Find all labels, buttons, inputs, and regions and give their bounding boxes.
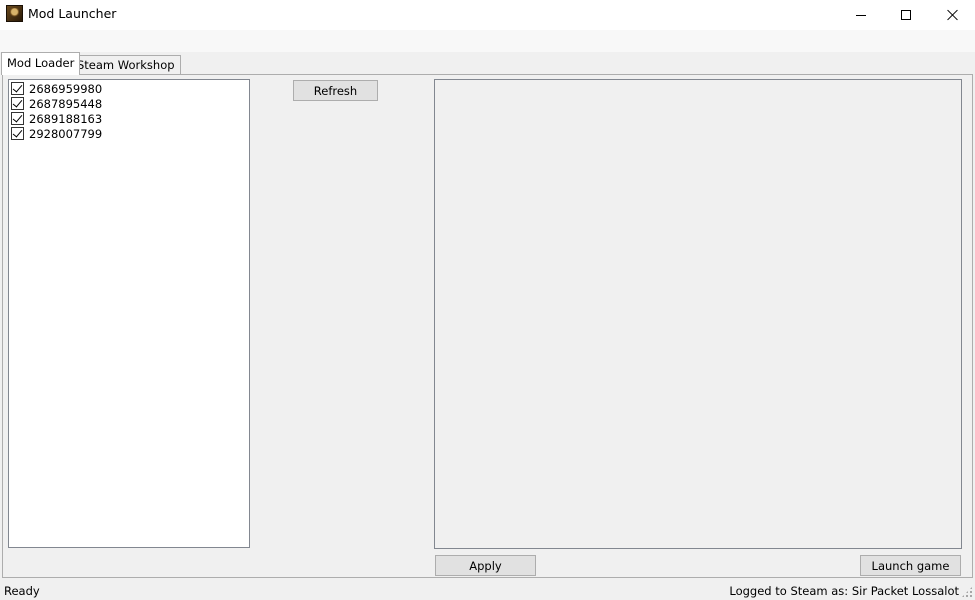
mod-checkbox[interactable] xyxy=(11,112,24,125)
list-item[interactable]: 2928007799 xyxy=(11,126,102,141)
minimize-icon xyxy=(856,14,866,16)
app-icon xyxy=(6,5,23,22)
list-item[interactable]: 2689188163 xyxy=(11,111,102,126)
menu-strip xyxy=(0,30,975,52)
tab-mod-loader[interactable]: Mod Loader xyxy=(1,52,81,75)
mod-label: 2687895448 xyxy=(29,96,103,111)
maximize-button[interactable] xyxy=(883,0,929,30)
list-item[interactable]: 2686959980 xyxy=(11,81,102,96)
mod-checkbox[interactable] xyxy=(11,82,24,95)
steam-login-status: Logged to Steam as: Sir Packet Lossalot xyxy=(729,584,959,598)
minimize-button[interactable] xyxy=(838,0,884,30)
status-text: Ready xyxy=(4,584,40,598)
apply-button[interactable]: Apply xyxy=(435,555,536,576)
mod-checkbox[interactable] xyxy=(11,127,24,140)
list-item[interactable]: 2687895448 xyxy=(11,96,102,111)
mod-checkbox[interactable] xyxy=(11,97,24,110)
mod-label: 2689188163 xyxy=(29,111,103,126)
tab-steam-workshop[interactable]: Steam Workshop xyxy=(71,55,181,75)
resize-grip-icon[interactable] xyxy=(961,586,973,598)
mod-list[interactable]: 2686959980 2687895448 2689188163 2928007… xyxy=(8,79,250,548)
refresh-button[interactable]: Refresh xyxy=(293,80,378,101)
mod-label: 2928007799 xyxy=(29,126,103,141)
window-title: Mod Launcher xyxy=(28,6,117,21)
mod-details-panel xyxy=(434,79,962,549)
close-icon xyxy=(946,9,958,21)
launch-game-button[interactable]: Launch game xyxy=(860,555,961,576)
mod-label: 2686959980 xyxy=(29,81,103,96)
close-button[interactable] xyxy=(929,0,975,30)
title-bar[interactable]: Mod Launcher xyxy=(0,0,975,30)
maximize-icon xyxy=(901,10,911,20)
